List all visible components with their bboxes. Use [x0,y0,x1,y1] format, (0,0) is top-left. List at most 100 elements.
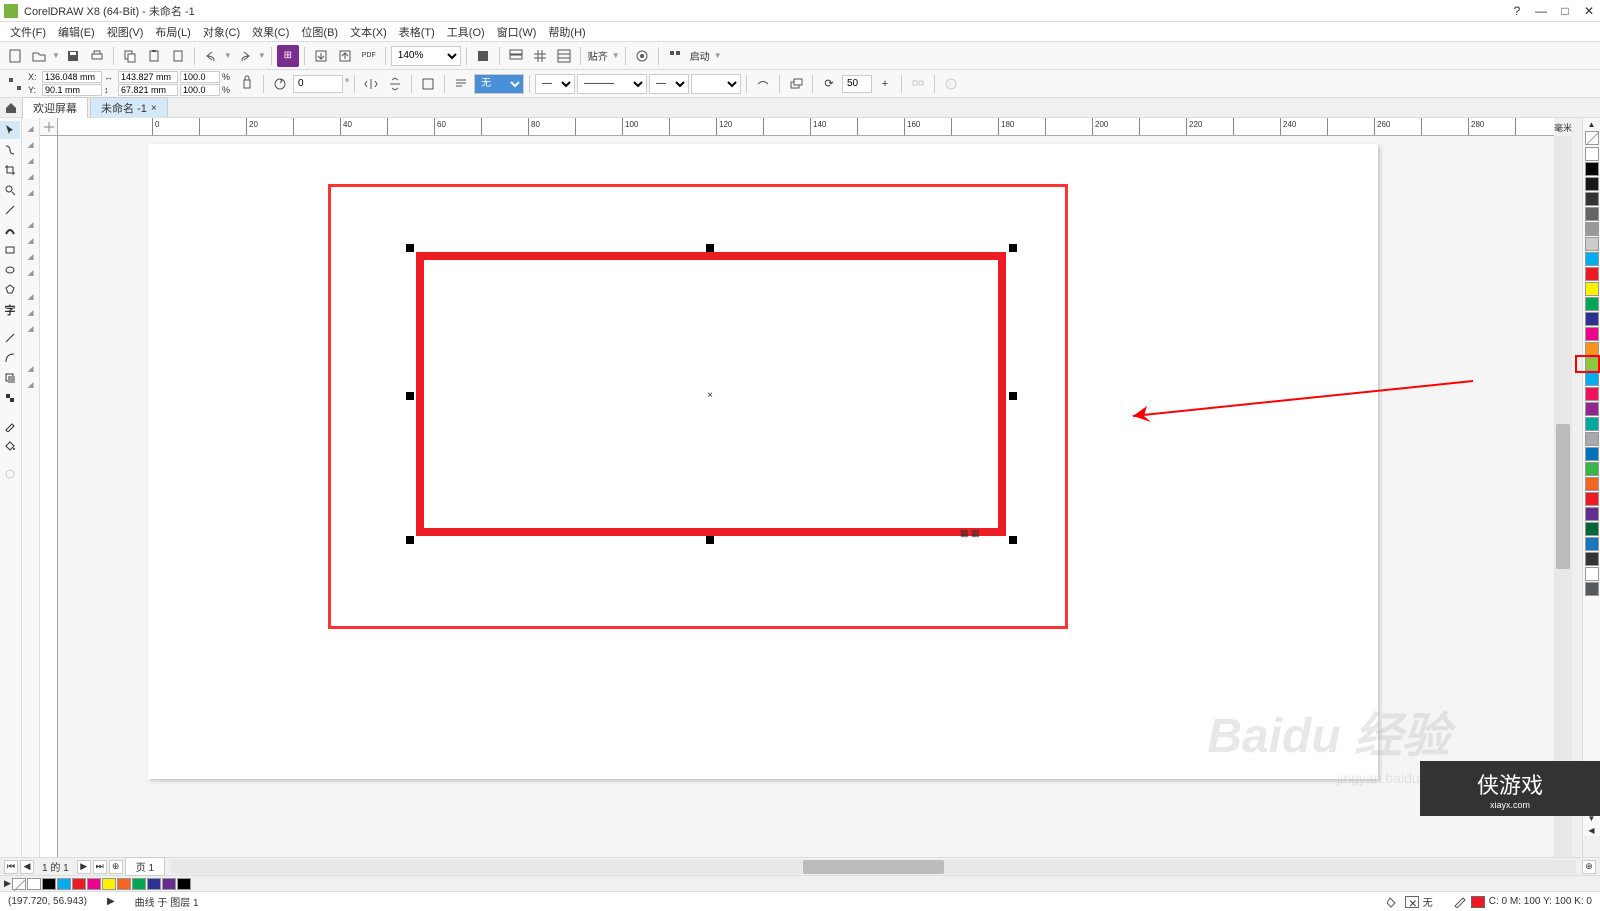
outline-width-select[interactable] [691,74,741,94]
width-input[interactable] [118,71,178,83]
help-icon[interactable]: ? [1510,4,1524,18]
color-swatch-22[interactable] [1585,477,1599,491]
options-button[interactable] [631,45,653,67]
rectangle-tool[interactable] [0,241,20,259]
eyedropper-tool[interactable] [0,417,20,435]
palette-flyout[interactable]: ◀ [1583,824,1600,836]
color-swatch-23[interactable] [1585,492,1599,506]
y-input[interactable] [42,84,102,96]
menu-help[interactable]: 帮助(H) [542,22,591,42]
page-add-button[interactable]: ⊕ [109,860,123,874]
menu-table[interactable]: 表格(T) [393,22,441,42]
lock-ratio-button[interactable] [236,73,258,95]
close-curve-button[interactable] [417,73,439,95]
scale-y-input[interactable] [180,84,220,96]
page-next-button[interactable]: ▶ [77,860,91,874]
crop-tool[interactable] [0,161,20,179]
color-swatch-2[interactable] [1585,177,1599,191]
home-icon[interactable] [4,101,18,115]
nav-end-icon[interactable]: ⊕ [1582,860,1596,874]
selection-handle-bm[interactable] [706,536,714,544]
scale-x-input[interactable] [180,71,220,83]
artistic-media-tool[interactable] [0,221,20,239]
fill-indicator[interactable]: × 无 [1387,894,1433,909]
color-swatch-28[interactable] [1585,567,1599,581]
ellipse-tool[interactable] [0,261,20,279]
close-icon[interactable]: ✕ [1582,4,1596,18]
color-swatch-29[interactable] [1585,582,1599,596]
menu-window[interactable]: 窗口(W) [491,22,543,42]
doc-swatch-2[interactable] [57,878,71,890]
pick-tool[interactable] [0,121,20,139]
selection-center[interactable]: × [706,392,714,400]
canvas[interactable]: × ▦ ▦ [58,136,1554,857]
color-swatch-21[interactable] [1585,462,1599,476]
minimize-icon[interactable]: — [1534,4,1548,18]
color-swatch-7[interactable] [1585,252,1599,266]
color-swatch-10[interactable] [1585,297,1599,311]
transparency-tool[interactable] [0,389,20,407]
selection-handle-tm[interactable] [706,244,714,252]
color-swatch-19[interactable] [1585,432,1599,446]
new-button[interactable] [4,45,26,67]
end-arrow-select[interactable]: — [649,74,689,94]
node-edit-icon[interactable] [4,73,26,95]
menu-edit[interactable]: 编辑(E) [52,22,101,42]
color-swatch-13[interactable] [1585,342,1599,356]
color-swatch-25[interactable] [1585,522,1599,536]
horizontal-ruler[interactable]: 0204060801001201401601802002202402602803… [58,118,1554,136]
clipboard-button[interactable] [167,45,189,67]
close-tab-icon[interactable]: × [151,103,157,114]
fill-select[interactable]: 无 [474,74,524,94]
selection-handle-mr[interactable] [1009,392,1017,400]
fill-tool[interactable] [0,437,20,455]
launch-label[interactable]: 启动 [688,48,712,63]
color-swatch-16[interactable] [1585,387,1599,401]
convert-outline-button[interactable] [752,73,774,95]
menu-layout[interactable]: 布局(L) [149,22,196,42]
freehand-tool[interactable] [0,201,20,219]
horizontal-scrollbar[interactable] [171,860,1576,874]
menu-effects[interactable]: 效果(C) [246,22,295,42]
object-order-button[interactable] [785,73,807,95]
color-swatch-20[interactable] [1585,447,1599,461]
color-swatch-1[interactable] [1585,162,1599,176]
doc-swatch-5[interactable] [102,878,116,890]
menu-bitmap[interactable]: 位图(B) [295,22,344,42]
color-swatch-26[interactable] [1585,537,1599,551]
line-style-select[interactable]: ——— [577,74,647,94]
color-swatch-27[interactable] [1585,552,1599,566]
selection-handle-bl[interactable] [406,536,414,544]
shape-tool[interactable] [0,141,20,159]
color-swatch-9[interactable] [1585,282,1599,296]
save-button[interactable] [62,45,84,67]
hints-button[interactable]: i [940,73,962,95]
doc-swatch-6[interactable] [117,878,131,890]
doc-swatch-10[interactable] [177,878,191,890]
color-swatch-5[interactable] [1585,222,1599,236]
color-swatch-3[interactable] [1585,192,1599,206]
open-button[interactable] [28,45,50,67]
spin-input[interactable] [842,75,872,93]
dim-options-button[interactable] [907,73,929,95]
snap-label[interactable]: 贴齐 [586,48,610,63]
page-first-button[interactable]: ⏮ [4,860,18,874]
menu-text[interactable]: 文本(X) [344,22,393,42]
doc-swatch-0[interactable] [27,878,41,890]
rotation-input[interactable] [293,75,343,93]
menu-object[interactable]: 对象(C) [197,22,246,42]
color-swatch-4[interactable] [1585,207,1599,221]
copy-button[interactable] [119,45,141,67]
height-input[interactable] [118,84,178,96]
doc-swatch-none[interactable] [12,878,26,890]
text-tool[interactable]: 字 [0,301,20,319]
ruler-origin[interactable] [40,118,58,136]
page-prev-button[interactable]: ◀ [20,860,34,874]
spin-plus-button[interactable]: + [874,73,896,95]
print-button[interactable] [86,45,108,67]
show-guides-button[interactable] [553,45,575,67]
menu-file[interactable]: 文件(F) [4,22,52,42]
app-launcher-icon[interactable] [664,45,686,67]
outline-indicator[interactable]: C: 0 M: 100 Y: 100 K: 0 [1453,896,1592,908]
color-swatch-17[interactable] [1585,402,1599,416]
